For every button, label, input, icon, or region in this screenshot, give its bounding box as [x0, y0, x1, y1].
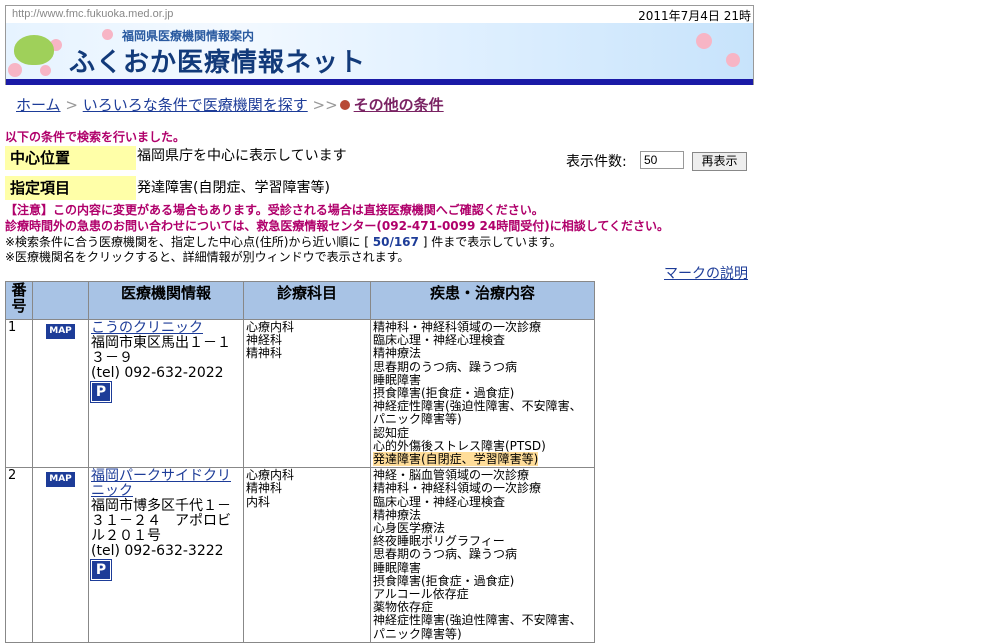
flower-icon	[102, 29, 113, 40]
site-banner[interactable]: 福岡県医療機関情報案内 ふくおか医療情報ネット	[5, 23, 754, 85]
banner-bottom-bar	[6, 79, 753, 85]
treatment: 認知症	[373, 425, 410, 440]
header-facility: 医療機関情報	[88, 281, 244, 320]
treatment: 睡眠障害	[373, 560, 422, 575]
flower-icon	[8, 63, 22, 77]
breadcrumb-separator: >	[65, 96, 78, 114]
treatment-highlight: 発達障害(自閉症、学習障害等)	[373, 452, 539, 467]
treatment: 神経症性障害(強迫性障害、不安障害、パニック障害等)	[373, 613, 582, 641]
condition-label-item: 指定項目	[5, 176, 136, 200]
display-count-label: 表示件数:	[566, 154, 627, 170]
table-row: 2 MAP 福岡パークサイドクリニック 福岡市博多区千代１－３１－２４ アポロビ…	[5, 467, 595, 643]
header-map	[32, 281, 89, 320]
facility-name-link[interactable]: 福岡パークサイドクリニック	[91, 469, 241, 499]
treatment: 神経症性障害(強迫性障害、不安障害、パニック障害等)	[373, 399, 582, 427]
click-info: ※医療機関名をクリックすると、詳細情報が別ウィンドウで表示されます。	[5, 250, 410, 264]
bird-icon	[14, 35, 54, 65]
breadcrumb-home[interactable]: ホーム	[16, 96, 61, 114]
redisplay-button[interactable]: 再表示	[692, 152, 747, 171]
department: 内科	[246, 494, 271, 509]
flower-icon	[40, 65, 51, 76]
treatment: 精神科・神経科領域の一次診療	[373, 481, 542, 496]
notice-caution: 【注意】この内容に変更がある場合もあります。受診される場合は直接医療機関へご確認…	[5, 203, 544, 217]
map-icon[interactable]: MAP	[46, 324, 75, 340]
breadcrumb-search[interactable]: いろいろな条件で医療機関を探す	[83, 96, 308, 114]
breadcrumb: ホーム > いろいろな条件で医療機関を探す >> その他の条件	[16, 94, 444, 115]
header-departments: 診療科目	[243, 281, 371, 320]
mark-explanation-link[interactable]: マークの説明	[664, 263, 748, 283]
treatment: 臨床心理・神経心理検査	[373, 494, 506, 509]
top-bar: http://www.fmc.fukuoka.med.or.jp 2011年7月…	[5, 5, 754, 25]
site-url: http://www.fmc.fukuoka.med.or.jp	[12, 8, 174, 20]
row-number: 2	[5, 467, 33, 643]
map-icon[interactable]: MAP	[46, 472, 75, 488]
breadcrumb-separator: >>	[312, 96, 338, 114]
header-number: 番号	[5, 281, 33, 320]
bullet-icon	[339, 100, 350, 110]
result-count: 50/167	[372, 235, 419, 249]
department: 精神科	[246, 481, 283, 496]
search-done-text: 以下の条件で検索を行いました。	[5, 130, 186, 144]
condition-value-item: 発達障害(自閉症、学習障害等)	[137, 180, 330, 196]
facility-tel: (tel) 092-632-3222	[91, 543, 224, 560]
facility-name-link[interactable]: こうのクリニック	[91, 321, 241, 336]
display-count-input[interactable]	[640, 151, 684, 169]
banner-title: ふくおか医療情報ネット	[69, 48, 367, 78]
current-date: 2011年7月4日 21時	[638, 9, 751, 23]
header-treatments: 疾患・治療内容	[370, 281, 595, 320]
flower-icon	[726, 53, 740, 67]
results-table: 番号 医療機関情報 診療科目 疾患・治療内容 1 MAP こうのクリニック 福岡…	[5, 281, 595, 643]
breadcrumb-current: その他の条件	[353, 96, 444, 114]
row-number: 1	[5, 318, 33, 469]
department: 精神科	[246, 346, 283, 361]
parking-icon: P	[90, 559, 112, 582]
notice-emergency: 診療時間外の急患のお問い合わせについては、救急医療情報センター(092-471-…	[5, 219, 669, 233]
table-row: 1 MAP こうのクリニック 福岡市東区馬出１－１３－９ (tel) 092-6…	[5, 318, 595, 469]
parking-icon: P	[90, 381, 112, 403]
condition-value-center: 福岡県庁を中心に表示しています	[137, 148, 347, 164]
facility-address: 福岡市博多区千代１－３１－２４ アポロビル２０１号	[91, 498, 231, 545]
treatment: 思春期のうつ病、躁うつ病	[373, 547, 518, 562]
treatment: 思春期のうつ病、躁うつ病	[373, 359, 518, 374]
condition-label-center: 中心位置	[5, 146, 136, 170]
flower-icon	[696, 33, 712, 49]
facility-tel: (tel) 092-632-2022	[91, 365, 224, 381]
treatment: 精神療法	[373, 346, 422, 361]
table-header: 番号 医療機関情報 診療科目 疾患・治療内容	[5, 281, 595, 320]
facility-address: 福岡市東区馬出１－１３－９	[91, 335, 231, 366]
